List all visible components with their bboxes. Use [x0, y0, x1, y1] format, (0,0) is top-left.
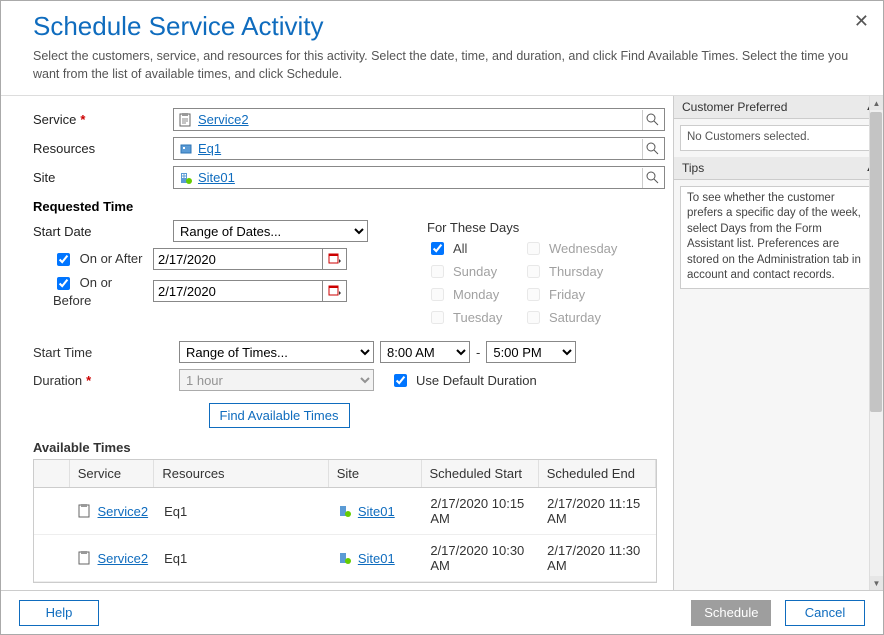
- column-scheduled-end[interactable]: Scheduled End: [539, 460, 656, 487]
- help-button[interactable]: Help: [19, 600, 99, 626]
- column-site[interactable]: Site: [329, 460, 422, 487]
- service-link[interactable]: Service2: [98, 551, 149, 566]
- dialog-title: Schedule Service Activity: [33, 11, 851, 42]
- day-saturday[interactable]: Saturday: [523, 308, 623, 327]
- use-default-duration-checkbox[interactable]: [394, 374, 407, 387]
- dialog-window: ✕ Schedule Service Activity Select the c…: [0, 0, 884, 635]
- tips-header[interactable]: Tips ▲: [674, 157, 883, 180]
- site-link[interactable]: Site01: [358, 551, 395, 566]
- day-all[interactable]: All: [427, 239, 517, 258]
- site-icon: [338, 504, 352, 518]
- dialog-footer: Help Schedule Cancel: [1, 590, 883, 634]
- form-assistant-panel: Customer Preferred ▲ No Customers select…: [673, 96, 883, 590]
- site-lookup[interactable]: Site01: [173, 166, 665, 189]
- start-time-from-select[interactable]: 8:00 AM: [380, 341, 470, 363]
- scheduled-start-cell: 2/17/2020 10:15 AM: [422, 496, 539, 526]
- service-icon: [178, 112, 194, 128]
- site-icon: [338, 551, 352, 565]
- available-times-heading: Available Times: [33, 440, 665, 455]
- day-friday[interactable]: Friday: [523, 285, 623, 304]
- service-value: Service2: [198, 112, 642, 127]
- dialog-header: ✕ Schedule Service Activity Select the c…: [1, 1, 883, 95]
- requested-time-heading: Requested Time: [33, 199, 665, 214]
- service-label: Service: [33, 112, 173, 127]
- find-available-times-button[interactable]: Find Available Times: [209, 403, 350, 428]
- table-row[interactable]: Service2 Eq1 Site01 2/17/2020 10:15 AM2/17/…: [34, 488, 656, 535]
- column-service[interactable]: Service: [70, 460, 155, 487]
- main-form: Service Service2 Resources: [1, 96, 673, 590]
- on-or-after-input[interactable]: [153, 248, 323, 270]
- on-or-after-label: On or After: [33, 250, 153, 269]
- close-icon[interactable]: ✕: [854, 11, 869, 32]
- start-time-label: Start Time: [33, 345, 173, 360]
- time-separator: -: [476, 345, 480, 360]
- start-date-mode-select[interactable]: Range of Dates...: [173, 220, 368, 242]
- scheduled-end-cell: 2/17/2020 11:15 AM: [539, 496, 656, 526]
- customer-preferred-header[interactable]: Customer Preferred ▲: [674, 96, 883, 119]
- tips-body: To see whether the customer prefers a sp…: [680, 186, 877, 289]
- on-or-before-checkbox[interactable]: [57, 277, 70, 290]
- resources-value: Eq1: [198, 141, 642, 156]
- table-row[interactable]: Service2 Eq1 Site01 2/17/2020 10:30 AM2/17/…: [34, 535, 656, 582]
- available-times-grid: Service Resources Site Scheduled Start S…: [33, 459, 657, 583]
- scroll-down-icon[interactable]: ▼: [870, 576, 883, 590]
- cancel-button[interactable]: Cancel: [785, 600, 865, 626]
- duration-label: Duration: [33, 373, 173, 388]
- for-these-days-label: For These Days: [427, 220, 623, 235]
- on-or-after-checkbox[interactable]: [57, 253, 70, 266]
- resources-label: Resources: [33, 141, 173, 156]
- day-thursday[interactable]: Thursday: [523, 262, 623, 281]
- calendar-button[interactable]: [323, 248, 347, 270]
- service-icon: [78, 504, 92, 518]
- service-icon: [78, 551, 92, 565]
- start-time-mode-select[interactable]: Range of Times...: [179, 341, 374, 363]
- column-scheduled-start[interactable]: Scheduled Start: [422, 460, 539, 487]
- calendar-button[interactable]: [323, 280, 347, 302]
- start-date-label: Start Date: [33, 224, 173, 239]
- day-tuesday[interactable]: Tuesday: [427, 308, 517, 327]
- service-lookup[interactable]: Service2: [173, 108, 665, 131]
- day-sunday[interactable]: Sunday: [427, 262, 517, 281]
- lookup-search-icon[interactable]: [642, 139, 662, 159]
- equipment-icon: [178, 141, 194, 157]
- use-default-duration[interactable]: Use Default Duration: [390, 371, 537, 390]
- duration-select: 1 hour: [179, 369, 374, 391]
- dialog-description: Select the customers, service, and resou…: [33, 48, 851, 83]
- dialog-body: Service Service2 Resources: [1, 95, 883, 590]
- resources-cell: Eq1: [156, 543, 330, 573]
- day-monday[interactable]: Monday: [427, 285, 517, 304]
- scrollbar[interactable]: ▲ ▼: [869, 96, 883, 590]
- start-time-to-select[interactable]: 5:00 PM: [486, 341, 576, 363]
- lookup-search-icon[interactable]: [642, 110, 662, 130]
- site-value: Site01: [198, 170, 642, 185]
- service-link[interactable]: Service2: [98, 504, 149, 519]
- on-or-before-label: On or Before: [33, 274, 153, 308]
- site-icon: [178, 170, 194, 186]
- on-or-before-input[interactable]: [153, 280, 323, 302]
- scrollbar-thumb[interactable]: [870, 112, 882, 412]
- scroll-up-icon[interactable]: ▲: [870, 96, 883, 110]
- lookup-search-icon[interactable]: [642, 168, 662, 188]
- column-resources[interactable]: Resources: [154, 460, 328, 487]
- site-link[interactable]: Site01: [358, 504, 395, 519]
- scheduled-end-cell: 2/17/2020 11:30 AM: [539, 543, 656, 573]
- resources-cell: Eq1: [156, 496, 330, 526]
- site-label: Site: [33, 170, 173, 185]
- column-selector: [34, 460, 70, 487]
- customer-preferred-body: No Customers selected.: [680, 125, 877, 151]
- resources-lookup[interactable]: Eq1: [173, 137, 665, 160]
- day-wednesday[interactable]: Wednesday: [523, 239, 623, 258]
- schedule-button[interactable]: Schedule: [691, 600, 771, 626]
- scheduled-start-cell: 2/17/2020 10:30 AM: [422, 543, 539, 573]
